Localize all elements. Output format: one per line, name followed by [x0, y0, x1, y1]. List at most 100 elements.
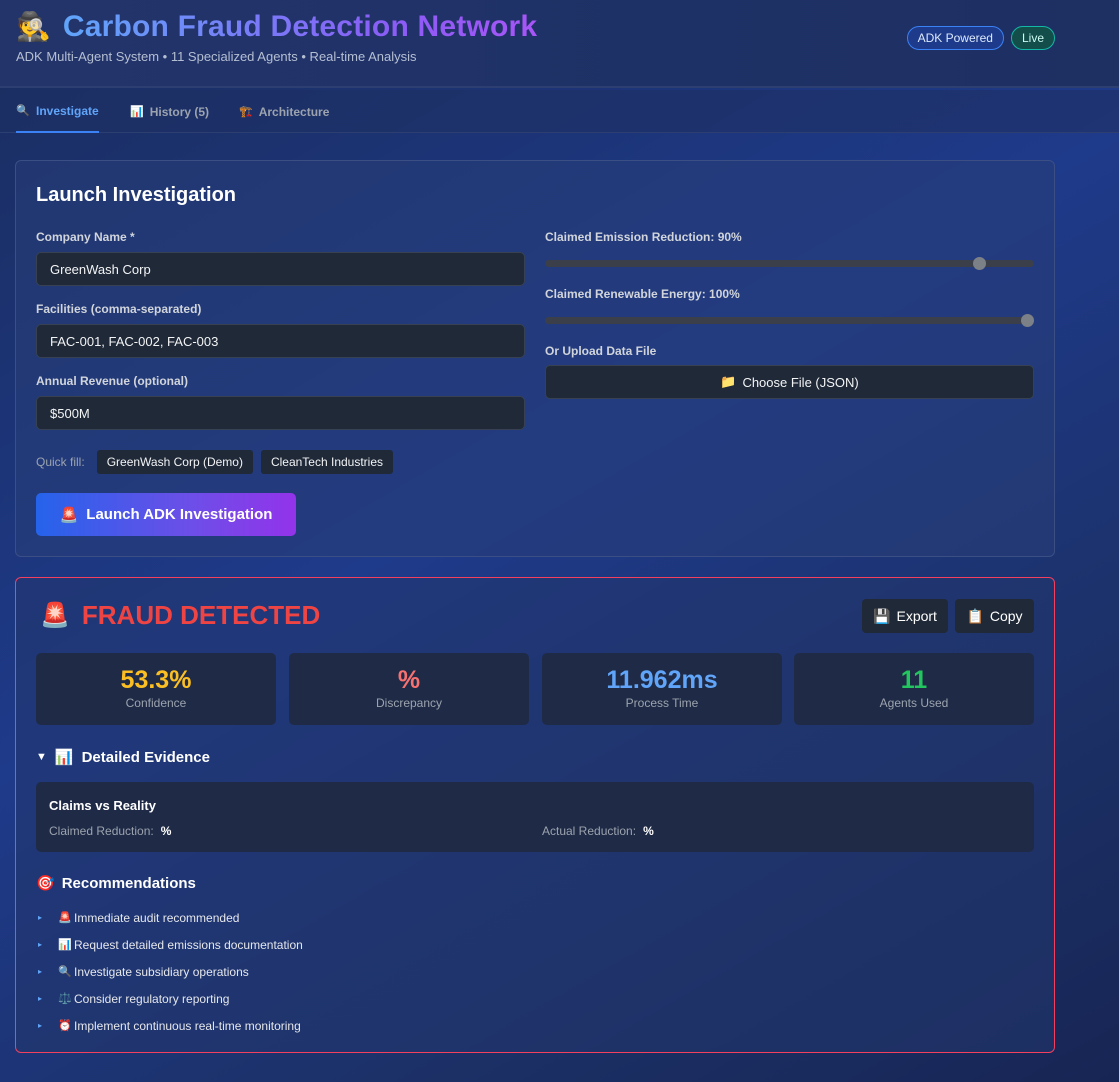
revenue-input[interactable]: $500M — [36, 396, 525, 430]
evidence-heading: Detailed Evidence — [81, 748, 210, 766]
actual-reduction: Actual Reduction: % — [542, 824, 654, 838]
investigation-result-panel: 🚨 FRAUD DETECTED 💾 Export 📋 Copy 53.3% C… — [15, 577, 1055, 1053]
actual-reduction-value: % — [643, 824, 654, 838]
quick-fill-label: Quick fill: — [36, 455, 85, 469]
metric-value: 11 — [900, 666, 928, 694]
claims-vs-reality: Claims vs Reality Claimed Reduction: % A… — [36, 782, 1034, 852]
choose-file-button[interactable]: 📁 Choose File (JSON) — [545, 365, 1034, 399]
metric-label: Discrepancy — [375, 696, 443, 710]
folder-icon: 📁 — [720, 374, 737, 389]
recommendation-text: Investigate subsidiary operations — [74, 964, 249, 979]
facilities-input[interactable]: FAC-001, FAC-002, FAC-003 — [36, 324, 525, 358]
bullet-icon: ▸ — [38, 967, 43, 976]
launch-heading: Launch Investigation — [36, 184, 237, 206]
recommendation-text: Request detailed emissions documentation — [74, 937, 303, 952]
slider-thumb[interactable] — [1021, 314, 1034, 327]
list-item: ▸ 📊 Request detailed emissions documenta… — [38, 931, 303, 958]
claimed-reduction-value: % — [160, 824, 172, 838]
siren-icon: 🚨 — [40, 602, 70, 629]
bar-chart-icon: 📊 — [130, 106, 144, 118]
recommendations-title: Recommendations — [61, 874, 196, 892]
app-header: 🕵️ Carbon Fraud Detection Network ADK Mu… — [0, 0, 1119, 88]
alarm-clock-icon: ⏰ — [58, 1020, 72, 1032]
siren-icon: 🚨 — [59, 506, 79, 524]
clipboard-icon: 📋 — [966, 607, 984, 624]
list-item: ▸ ⚖️ Consider regulatory reporting — [38, 985, 303, 1012]
bullet-icon: ▸ — [38, 1021, 43, 1030]
export-label: Export — [896, 608, 937, 624]
export-button[interactable]: 💾 Export — [862, 599, 948, 633]
metric-discrepancy: % Discrepancy — [289, 653, 529, 725]
fraud-status-text: FRAUD DETECTED — [81, 600, 321, 630]
upload-label: Or Upload Data File — [545, 344, 657, 358]
target-icon: 🎯 — [36, 875, 55, 892]
tab-investigate[interactable]: 🔍 Investigate — [16, 90, 99, 133]
tab-history[interactable]: 📊 History (5) — [130, 90, 209, 133]
copy-label: Copy — [989, 608, 1023, 624]
list-item: ▸ 🔍 Investigate subsidiary operations — [38, 958, 303, 985]
bar-chart-icon: 📊 — [54, 749, 74, 766]
tab-label: Architecture — [258, 104, 330, 119]
launch-investigation-panel: Launch Investigation Company Name * Gree… — [15, 160, 1055, 557]
metric-label: Process Time — [625, 696, 699, 710]
header-badges: ADK Powered Live — [906, 26, 1055, 50]
list-item: ▸ ⏰ Implement continuous real-time monit… — [38, 1012, 303, 1039]
live-badge: Live — [1010, 26, 1055, 50]
quick-fill: Quick fill: GreenWash Corp (Demo) CleanT… — [36, 450, 394, 474]
company-name-input[interactable]: GreenWash Corp — [36, 252, 525, 286]
quick-fill-greenwash[interactable]: GreenWash Corp (Demo) — [96, 450, 253, 474]
metric-value: % — [397, 666, 421, 694]
list-item: ▸ 🚨 Immediate audit recommended — [38, 904, 303, 931]
tab-bar: 🔍 Investigate 📊 History (5) 🏗️ Architect… — [0, 90, 1119, 133]
building-icon: 🏗️ — [239, 106, 253, 118]
detailed-evidence-toggle[interactable]: ▼ 📊 Detailed Evidence — [36, 748, 210, 767]
copy-button[interactable]: 📋 Copy — [955, 599, 1034, 633]
emission-reduction-slider[interactable] — [545, 257, 1034, 270]
claimed-reduction-label: Claimed Reduction: — [49, 824, 154, 838]
page-title: Carbon Fraud Detection Network — [62, 10, 538, 43]
emission-reduction-label: Claimed Emission Reduction: 90% — [545, 230, 742, 244]
bullet-icon: ▸ — [38, 994, 43, 1003]
detective-icon: 🕵️ — [16, 11, 51, 42]
renewable-energy-slider[interactable] — [545, 314, 1034, 327]
claims-title: Claims vs Reality — [49, 798, 156, 813]
magnifier-icon: 🔍 — [16, 105, 30, 117]
triangle-down-icon: ▼ — [36, 751, 47, 763]
actual-reduction-label: Actual Reduction: — [542, 824, 637, 838]
tab-label: Investigate — [36, 103, 99, 118]
metric-label: Agents Used — [879, 696, 949, 710]
facilities-label: Facilities (comma-separated) — [36, 302, 202, 316]
metric-process-time: 11.962ms Process Time — [542, 653, 782, 725]
fraud-status: 🚨 FRAUD DETECTED — [40, 600, 320, 631]
page-subtitle: ADK Multi-Agent System • 11 Specialized … — [16, 49, 417, 64]
recommendation-text: Implement continuous real-time monitorin… — [74, 1018, 301, 1033]
revenue-label: Annual Revenue (optional) — [36, 374, 189, 388]
floppy-disk-icon: 💾 — [873, 607, 891, 624]
metric-label: Confidence — [125, 696, 187, 710]
recommendation-text: Consider regulatory reporting — [74, 991, 230, 1006]
magnifier-icon: 🔍 — [58, 966, 72, 978]
launch-investigation-button[interactable]: 🚨 Launch ADK Investigation — [36, 493, 296, 536]
bar-chart-icon: 📊 — [58, 939, 72, 951]
metric-value: 53.3% — [120, 666, 192, 694]
company-name-label: Company Name * — [36, 230, 135, 244]
quick-fill-cleantech[interactable]: CleanTech Industries — [260, 450, 394, 474]
slider-thumb[interactable] — [973, 257, 986, 270]
choose-file-label: Choose File (JSON) — [742, 374, 859, 390]
renewable-energy-label: Claimed Renewable Energy: 100% — [545, 287, 740, 301]
tab-architecture[interactable]: 🏗️ Architecture — [239, 90, 329, 133]
tab-label: History (5) — [149, 104, 210, 119]
app-title: 🕵️ Carbon Fraud Detection Network — [16, 8, 537, 46]
claimed-reduction: Claimed Reduction: % — [49, 824, 171, 838]
siren-icon: 🚨 — [58, 912, 72, 924]
metric-value: 11.962ms — [606, 666, 718, 694]
adk-powered-badge: ADK Powered — [906, 26, 1004, 50]
bullet-icon: ▸ — [38, 940, 43, 949]
launch-button-label: Launch ADK Investigation — [86, 506, 273, 523]
recommendations-heading: 🎯 Recommendations — [36, 874, 196, 893]
recommendations-list: ▸ 🚨 Immediate audit recommended ▸ 📊 Requ… — [38, 904, 303, 1039]
recommendation-text: Immediate audit recommended — [74, 910, 240, 925]
metric-confidence: 53.3% Confidence — [36, 653, 276, 725]
metric-agents-used: 11 Agents Used — [794, 653, 1034, 725]
scales-icon: ⚖️ — [58, 993, 72, 1005]
